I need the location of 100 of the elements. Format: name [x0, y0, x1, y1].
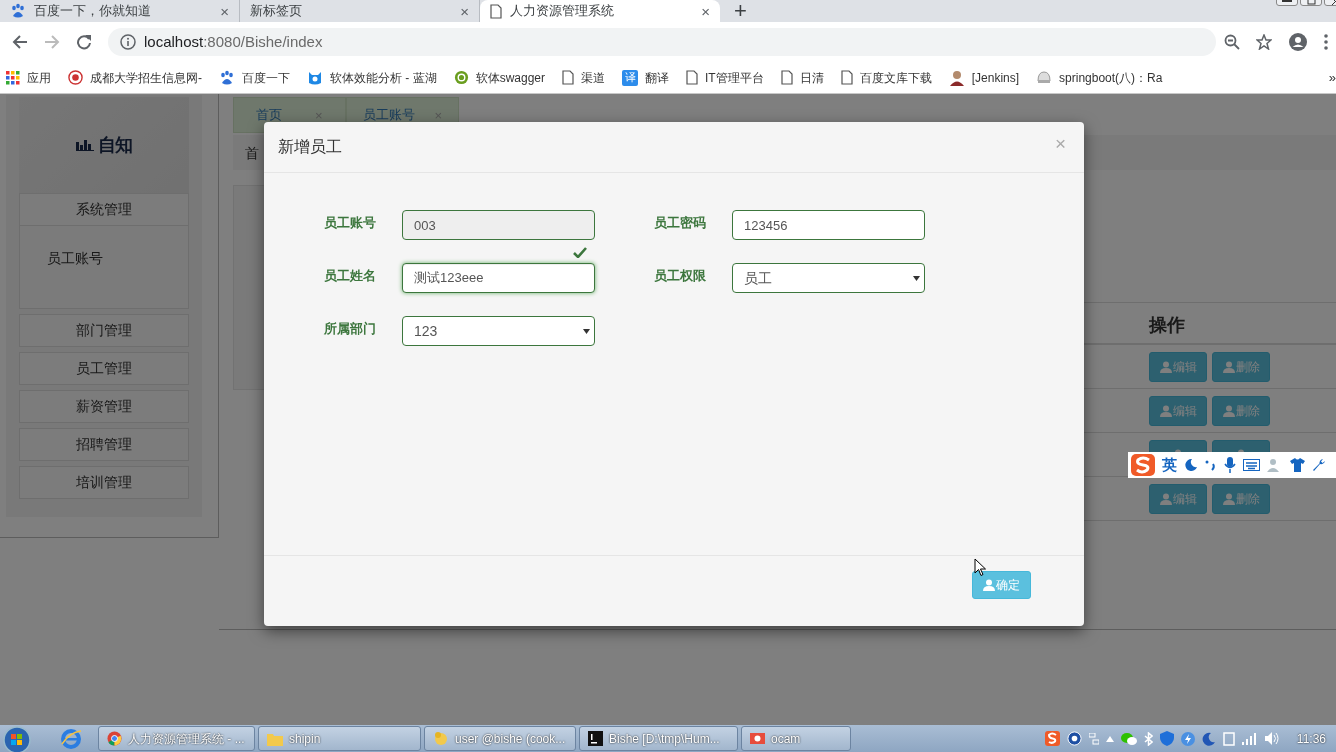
flash-icon: [1180, 731, 1195, 746]
dropdown[interactable]: 员工: [732, 263, 925, 293]
monster-icon: [307, 69, 323, 86]
input-field[interactable]: 123456: [732, 210, 925, 240]
chat-icon: [1120, 731, 1137, 746]
logo: 自知: [19, 97, 189, 193]
paw-icon: [10, 3, 26, 19]
bluetooth-icon: [1143, 731, 1153, 746]
seal-icon: [68, 70, 83, 85]
close-icon[interactable]: ×: [701, 3, 710, 19]
bookmark[interactable]: 百度文库下载: [840, 68, 932, 87]
info-icon: [120, 34, 136, 50]
sidebar-item[interactable]: 系统管理: [19, 193, 189, 226]
more-bookmarks-button[interactable]: »: [1328, 68, 1336, 88]
caret-icon: [583, 328, 590, 334]
moon-icon: [1184, 458, 1198, 472]
folder-icon: [267, 731, 283, 746]
keyboard-icon: [1243, 459, 1260, 471]
person-icon: [948, 69, 965, 86]
close-icon[interactable]: ×: [220, 3, 229, 19]
reload-icon: [76, 34, 92, 50]
mouse-pointer-icon: [974, 558, 987, 577]
star-icon: [1256, 34, 1272, 50]
app-icon: [433, 731, 449, 746]
check-icon: [573, 247, 587, 258]
volume-icon: [1264, 732, 1280, 745]
caret-icon: [913, 275, 920, 281]
microphone-icon: [1224, 457, 1236, 473]
field-label: 所属部门: [324, 320, 377, 338]
bookmark[interactable]: 软体swagger: [453, 68, 546, 87]
input-field[interactable]: 测试123eee: [402, 263, 595, 293]
menu-icon: [1324, 34, 1328, 50]
user-icon: [1159, 405, 1172, 417]
translate-icon: 译: [622, 69, 639, 86]
shirt-icon: [1290, 458, 1305, 472]
bookmark[interactable]: [Jenkins]: [948, 68, 1020, 87]
helmet-icon: [1036, 70, 1053, 85]
zoom-out-icon: [1224, 34, 1240, 50]
input-mode-toggle[interactable]: 英: [1162, 453, 1177, 477]
ide-icon: [588, 731, 603, 746]
restore-icon: [1306, 0, 1316, 5]
page-icon: [562, 70, 575, 85]
bookmark[interactable]: 日清: [780, 68, 824, 87]
submenu-item[interactable]: 员工账号: [47, 248, 103, 269]
bookmark[interactable]: 软体效能分析 - 蓝湖: [307, 68, 437, 87]
bookmark[interactable]: springboot(八)：Ra: [1036, 68, 1163, 87]
bookmark[interactable]: 渠道: [562, 68, 606, 87]
expand-tray-icon: [1105, 735, 1114, 742]
sidebar-item[interactable]: 招聘管理: [19, 428, 189, 461]
new-tab-button[interactable]: +: [730, 0, 751, 22]
page-icon: [686, 70, 699, 85]
user-icon: [1222, 361, 1235, 373]
user-icon: [1159, 493, 1172, 505]
bookmark[interactable]: 译 翻译: [622, 68, 670, 87]
network-icon: [1088, 732, 1099, 745]
page-icon: [840, 70, 853, 85]
apps-icon: [6, 70, 20, 85]
page-icon: [490, 3, 502, 19]
sidebar-item[interactable]: 员工管理: [19, 352, 189, 385]
page-icon: [780, 70, 793, 85]
browser-tab[interactable]: 人力资源管理系统 ×: [480, 0, 720, 22]
dropdown[interactable]: 123: [402, 316, 595, 346]
user-icon: [1159, 361, 1172, 373]
user-icon: [983, 579, 995, 591]
chrome-icon: [107, 731, 122, 746]
bookmark[interactable]: 成都大学招生信息网-: [68, 68, 202, 87]
field-label: 员工账号: [324, 214, 377, 232]
punctuation-icon: [1205, 458, 1217, 472]
modal-title: 新增员工: [278, 137, 342, 157]
device-icon: [1222, 731, 1235, 746]
field-label: 员工权限: [654, 267, 707, 285]
sidebar-item[interactable]: 培训管理: [19, 466, 189, 499]
clock: 11:36: [1296, 730, 1326, 748]
sidebar-item[interactable]: 部门管理: [19, 314, 189, 347]
field-label: 员工姓名: [324, 267, 377, 285]
forward-icon: [44, 34, 60, 50]
close-icon[interactable]: ×: [460, 3, 469, 19]
circle-icon: [453, 70, 469, 85]
bookmark[interactable]: 应用: [6, 68, 51, 87]
user-icon: [1222, 405, 1235, 417]
back-icon: [12, 34, 28, 50]
bars-icon: [76, 139, 94, 151]
bookmark[interactable]: IT管理平台: [686, 68, 764, 87]
moon-icon: [1201, 731, 1216, 746]
start-orb-icon: [3, 725, 33, 752]
breadcrumb-link[interactable]: 首: [245, 145, 259, 161]
address-field[interactable]: localhost:8080/Bishe/index: [108, 28, 1216, 56]
camera-icon: [750, 731, 765, 746]
paw-icon: [219, 69, 235, 86]
sidebar-item[interactable]: 薪资管理: [19, 390, 189, 423]
shield-icon: [1159, 731, 1174, 746]
field-label: 员工密码: [654, 214, 707, 232]
account-icon: [1288, 32, 1308, 52]
sogou-icon: [1044, 731, 1060, 746]
minimize-icon: [1282, 0, 1292, 3]
signal-icon: [1241, 732, 1258, 745]
wrench-icon: [1312, 458, 1326, 472]
browser-e-icon: [60, 727, 82, 750]
bookmark[interactable]: 百度一下: [219, 68, 290, 87]
user-icon: [1222, 493, 1235, 505]
